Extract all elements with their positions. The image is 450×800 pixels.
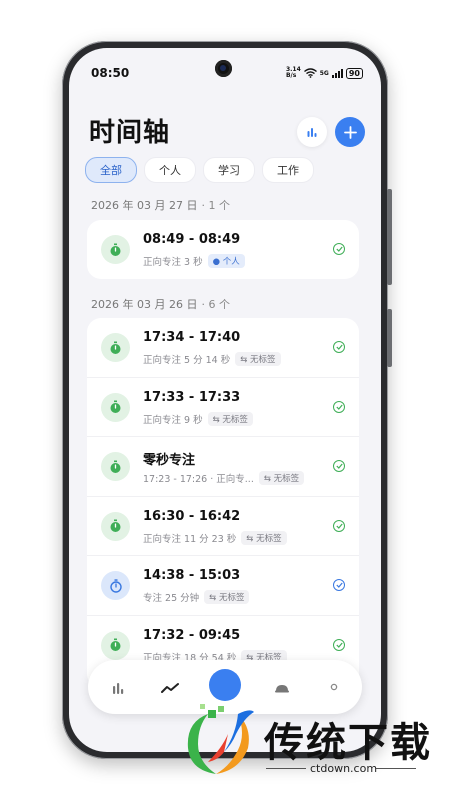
stats-icon — [113, 683, 124, 694]
app-screen: 08:50 3.14 B/s 5G 90 时间轴 全部 个人 学习 工作 202… — [69, 48, 381, 752]
tag-badge: ● 个人 — [207, 254, 245, 268]
watermark: 传统下载 ctdown.com — [172, 700, 432, 786]
record-duration: 正向专注 3 秒 — [143, 257, 203, 268]
record-title: 零秒专注 — [143, 453, 196, 469]
stats-button[interactable] — [297, 117, 327, 147]
tag-badge: ⇆ 无标签 — [207, 411, 253, 426]
check-icon — [333, 460, 345, 473]
record-duration: 正向专注 9 秒 — [143, 414, 203, 426]
bar-chart-icon — [307, 128, 317, 137]
date-label: 2026 年 03 月 27 日 — [91, 199, 198, 212]
record-duration: 专注 25 分钟 — [143, 593, 200, 605]
tag-badge: ⇆ 无标签 — [241, 530, 287, 545]
add-button[interactable] — [335, 117, 365, 147]
watermark-text: 传统下载 — [264, 720, 432, 766]
record-row[interactable]: 16:30 - 16:42 正向专注 11 分 23 秒 ⇆ 无标签 — [87, 495, 359, 556]
divider — [376, 768, 416, 769]
status-bar: 08:50 3.14 B/s 5G 90 — [69, 48, 381, 94]
tag-badge: ⇆ 无标签 — [235, 352, 281, 366]
filter-chips: 全部 个人 学习 工作 — [85, 157, 314, 183]
record-subtitle: 正向专注 11 分 23 秒 ⇆ 无标签 — [143, 530, 287, 545]
watermark-url: ctdown.com — [310, 762, 378, 775]
date-header: 2026 年 03 月 26 日 · 6 个 — [91, 296, 230, 312]
record-title: 14:38 - 15:03 — [143, 568, 241, 584]
check-icon — [333, 638, 345, 651]
check-icon — [333, 519, 345, 532]
stopwatch-icon — [101, 511, 130, 541]
filter-personal[interactable]: 个人 — [144, 157, 196, 183]
record-subtitle: 正向专注 9 秒 ⇆ 无标签 — [143, 411, 253, 426]
record-title: 17:34 - 17:40 — [143, 330, 241, 345]
record-duration: 17:23 - 17:26 · 正向专... — [143, 474, 254, 486]
watermark-logo-icon — [187, 704, 254, 774]
record-subtitle: 17:23 - 17:26 · 正向专... ⇆ 无标签 — [143, 471, 305, 486]
status-icons: 3.14 B/s 5G 90 — [286, 67, 363, 79]
filter-work[interactable]: 工作 — [262, 157, 314, 183]
record-duration: 正向专注 5 分 14 秒 — [143, 355, 231, 366]
filter-all[interactable]: 全部 — [85, 157, 137, 183]
network-type: 5G — [319, 69, 329, 77]
front-camera — [215, 60, 232, 77]
record-row[interactable]: 零秒专注 17:23 - 17:26 · 正向专... ⇆ 无标签 — [87, 436, 359, 496]
date-label: 2026 年 03 月 26 日 — [91, 298, 198, 311]
filter-study[interactable]: 学习 — [203, 157, 255, 183]
record-card: 08:49 - 08:49 正向专注 3 秒 ● 个人 — [87, 220, 359, 279]
timer-icon — [101, 571, 130, 601]
record-count: · 6 个 — [201, 298, 230, 311]
plus-icon — [343, 125, 357, 139]
record-count: · 1 个 — [201, 199, 230, 212]
page-title: 时间轴 — [89, 118, 171, 148]
tab-stats[interactable] — [108, 678, 128, 698]
stopwatch-icon — [101, 235, 130, 264]
record-subtitle: 专注 25 分钟 ⇆ 无标签 — [143, 590, 250, 605]
stopwatch-icon — [101, 392, 130, 422]
wifi-icon — [303, 68, 317, 78]
record-title: 16:30 - 16:42 — [143, 508, 241, 524]
check-icon — [333, 400, 345, 413]
record-title: 08:49 - 08:49 — [143, 232, 241, 247]
record-row[interactable]: 14:38 - 15:03 专注 25 分钟 ⇆ 无标签 — [87, 555, 359, 615]
status-time: 08:50 — [91, 66, 130, 80]
record-subtitle: 正向专注 5 分 14 秒 ⇆ 无标签 — [143, 352, 281, 366]
tab-focus[interactable] — [209, 669, 241, 701]
volume-button — [387, 189, 392, 285]
power-button — [387, 309, 392, 367]
record-row[interactable]: 17:33 - 17:33 正向专注 9 秒 ⇆ 无标签 — [87, 376, 359, 437]
record-row[interactable]: 08:49 - 08:49 正向专注 3 秒 ● 个人 — [87, 220, 359, 279]
divider — [266, 768, 306, 769]
check-icon — [333, 243, 345, 255]
record-title: 17:33 - 17:33 — [143, 389, 241, 405]
helmet-icon — [275, 685, 289, 693]
battery-icon: 90 — [345, 67, 363, 79]
timeline-icon — [161, 683, 179, 693]
tab-helmet[interactable] — [272, 678, 292, 698]
record-card: 17:34 - 17:40 正向专注 5 分 14 秒 ⇆ 无标签 17:33 -… — [87, 318, 359, 688]
record-row[interactable]: 17:34 - 17:40 正向专注 5 分 14 秒 ⇆ 无标签 — [87, 318, 359, 377]
tag-badge: ⇆ 无标签 — [204, 590, 250, 605]
tab-profile[interactable] — [324, 678, 344, 698]
stopwatch-icon — [101, 630, 130, 660]
record-subtitle: 正向专注 3 秒 ● 个人 — [143, 254, 245, 268]
net-speed: 3.14 B/s — [285, 66, 301, 79]
signal-icon — [331, 68, 343, 78]
record-duration: 正向专注 11 分 23 秒 — [143, 533, 237, 545]
phone-frame: 08:50 3.14 B/s 5G 90 时间轴 全部 个人 学习 工作 202… — [62, 41, 392, 759]
tab-timeline[interactable] — [160, 678, 180, 698]
record-title: 17:32 - 09:45 — [143, 627, 241, 643]
profile-icon — [330, 683, 338, 691]
check-icon — [333, 579, 345, 592]
tag-badge: ⇆ 无标签 — [258, 471, 305, 486]
date-header: 2026 年 03 月 27 日 · 1 个 — [91, 197, 230, 213]
check-icon — [333, 341, 345, 353]
stopwatch-icon — [101, 333, 130, 362]
stopwatch-icon — [101, 452, 130, 482]
